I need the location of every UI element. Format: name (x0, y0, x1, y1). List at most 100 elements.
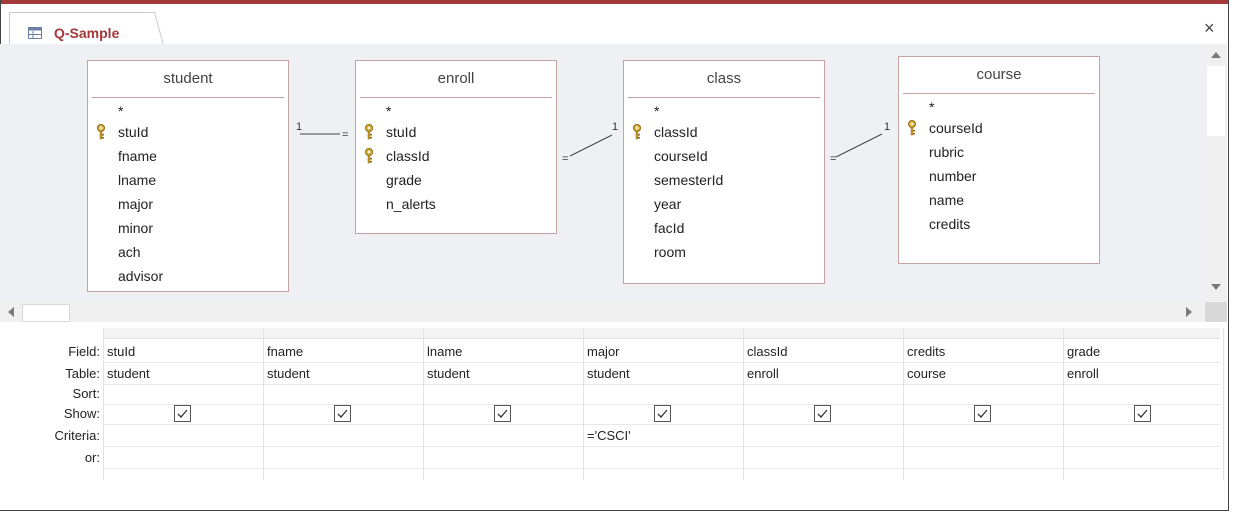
document-tab-strip: Q-Sample × (1, 4, 1228, 49)
field-label: stuId (118, 124, 149, 140)
row-label: Criteria: (54, 428, 100, 443)
grid-cell-table[interactable]: student (264, 366, 421, 381)
close-icon[interactable]: × (1204, 18, 1215, 39)
row-label: Table: (65, 366, 100, 381)
field-item[interactable]: major (88, 192, 288, 216)
checkmark-icon (497, 409, 508, 418)
join-one-mark: 1 (884, 121, 890, 133)
horizontal-scroll-thumb[interactable] (22, 304, 70, 322)
vertical-scrollbar[interactable] (1205, 44, 1227, 302)
primary-key-icon (364, 147, 374, 164)
join-many-mark: = (830, 153, 836, 165)
grid-cell-field[interactable]: classId (744, 344, 901, 359)
field-label: * (654, 103, 660, 119)
grid-column-divider (1223, 328, 1224, 480)
field-item[interactable]: lname (88, 168, 288, 192)
join-class-course[interactable] (835, 133, 883, 158)
field-label: credits (929, 216, 971, 232)
grid-cell-table[interactable]: enroll (1064, 366, 1221, 381)
scroll-down-icon[interactable] (1211, 284, 1221, 290)
field-label: * (929, 99, 935, 115)
field-item[interactable]: number (899, 164, 1099, 188)
field-item[interactable]: * (624, 100, 824, 120)
checkmark-icon (177, 409, 188, 418)
table-student[interactable]: student * stuId fname lname major minor ach advi… (87, 60, 289, 292)
field-label: name (929, 192, 965, 208)
field-item[interactable]: n_alerts (356, 192, 556, 216)
field-item[interactable]: advisor (88, 264, 288, 288)
field-item[interactable]: fname (88, 144, 288, 168)
field-label: grade (386, 172, 422, 188)
primary-key-icon (96, 123, 106, 140)
table-title[interactable]: course (903, 57, 1095, 94)
field-item[interactable]: year (624, 192, 824, 216)
show-checkbox[interactable] (974, 405, 991, 422)
field-item[interactable]: credits (899, 212, 1099, 236)
field-label: classId (386, 148, 430, 164)
grid-cell-field[interactable]: lname (424, 344, 581, 359)
field-item[interactable]: * (356, 100, 556, 120)
show-checkbox[interactable] (654, 405, 671, 422)
field-item[interactable]: minor (88, 216, 288, 240)
field-item[interactable]: rubric (899, 140, 1099, 164)
primary-key-icon (632, 123, 642, 140)
field-item[interactable]: classId (356, 144, 556, 168)
field-item[interactable]: courseId (899, 116, 1099, 140)
grid-cell-criteria[interactable]: ='CSCI' (584, 428, 741, 443)
vertical-scroll-thumb[interactable] (1207, 66, 1225, 136)
grid-cell-table[interactable]: student (104, 366, 261, 381)
join-one-mark: 1 (296, 121, 302, 133)
field-item[interactable]: classId (624, 120, 824, 144)
field-item[interactable]: room (624, 240, 824, 264)
show-checkbox[interactable] (494, 405, 511, 422)
show-checkbox[interactable] (334, 405, 351, 422)
scroll-right-icon[interactable] (1186, 307, 1192, 317)
field-label: number (929, 168, 977, 184)
column-selector-bar[interactable] (103, 328, 1220, 339)
table-enroll[interactable]: enroll * stuId classId grade n_alerts (355, 60, 557, 234)
row-label: Field: (68, 344, 100, 359)
field-label: advisor (118, 268, 164, 284)
field-label: facId (654, 220, 685, 236)
field-item[interactable]: semesterId (624, 168, 824, 192)
show-checkbox[interactable] (814, 405, 831, 422)
field-item[interactable]: * (88, 100, 288, 120)
table-title[interactable]: student (92, 61, 284, 98)
field-item[interactable]: ach (88, 240, 288, 264)
join-enroll-class[interactable] (569, 134, 613, 157)
field-item[interactable]: stuId (88, 120, 288, 144)
grid-row-divider (103, 362, 1220, 363)
grid-cell-table[interactable]: student (424, 366, 581, 381)
field-item[interactable]: * (899, 96, 1099, 116)
scroll-up-icon[interactable] (1211, 52, 1221, 58)
field-label: year (654, 196, 682, 212)
field-item[interactable]: stuId (356, 120, 556, 144)
grid-cell-table[interactable]: enroll (744, 366, 901, 381)
field-item[interactable]: name (899, 188, 1099, 212)
show-checkbox[interactable] (1134, 405, 1151, 422)
grid-cell-field[interactable]: fname (264, 344, 421, 359)
field-item[interactable]: grade (356, 168, 556, 192)
query-design-grid[interactable]: Field: Table: Sort: Show: Criteria: or: stuId s… (0, 322, 1227, 510)
table-class[interactable]: class * classId courseId semesterId year facId… (623, 60, 825, 284)
grid-cell-table[interactable]: course (904, 366, 1061, 381)
horizontal-scrollbar[interactable] (0, 302, 1227, 322)
field-label: fname (118, 148, 157, 164)
grid-cell-field[interactable]: major (584, 344, 741, 359)
table-title[interactable]: enroll (360, 61, 552, 98)
grid-cell-table[interactable]: student (584, 366, 741, 381)
show-checkbox[interactable] (174, 405, 191, 422)
checkmark-icon (1137, 409, 1148, 418)
grid-cell-field[interactable]: grade (1064, 344, 1221, 359)
row-label: Show: (63, 406, 100, 421)
grid-cell-field[interactable]: stuId (104, 344, 261, 359)
field-item[interactable]: facId (624, 216, 824, 240)
relationship-pane[interactable]: 1 = = 1 = 1 student * stuId fname lname major minor… (0, 44, 1205, 302)
scroll-left-icon[interactable] (8, 307, 14, 317)
table-course[interactable]: course * courseId rubric number name credits (898, 56, 1100, 264)
table-title[interactable]: class (628, 61, 820, 98)
field-item[interactable]: courseId (624, 144, 824, 168)
field-label: lname (118, 172, 157, 188)
field-label: * (118, 103, 124, 119)
grid-cell-field[interactable]: credits (904, 344, 1061, 359)
